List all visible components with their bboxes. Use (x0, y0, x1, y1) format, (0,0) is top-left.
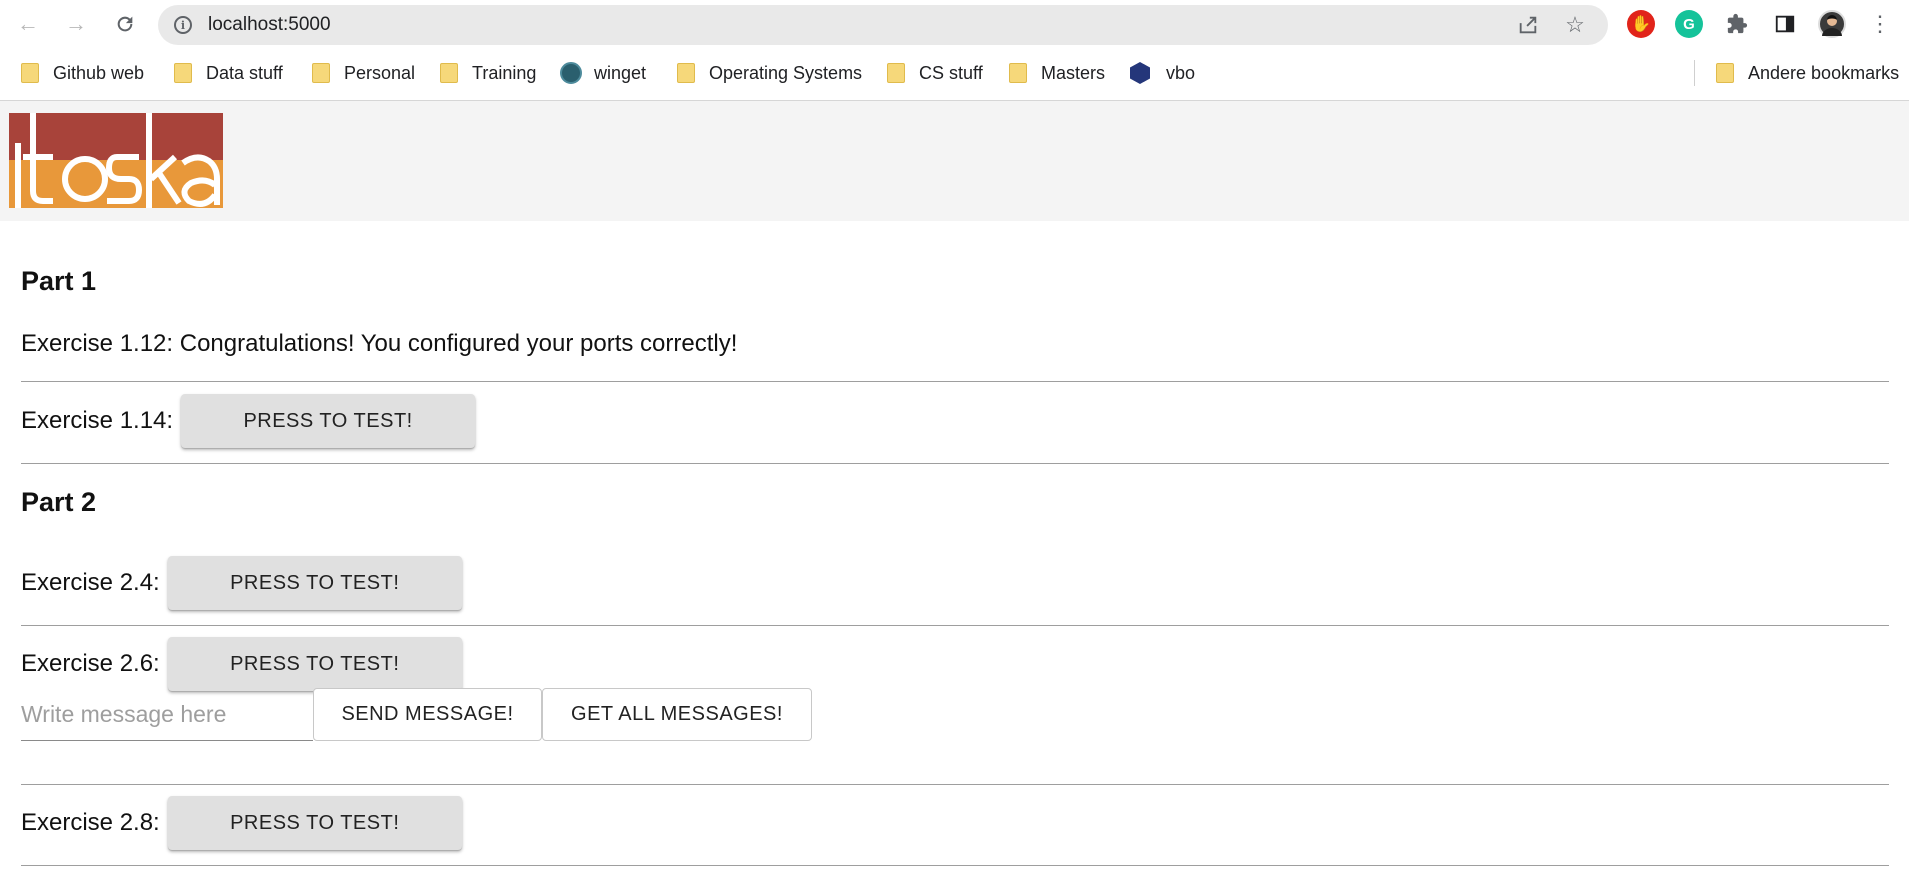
bookmark-operating-systems[interactable]: Operating Systems (677, 61, 862, 85)
message-input[interactable] (21, 688, 313, 741)
bookmark-personal[interactable]: Personal (312, 61, 415, 85)
profile-avatar[interactable] (1818, 10, 1846, 38)
part-1-title: Part 1 (21, 266, 97, 296)
itoska-logo (9, 113, 223, 208)
bookmark-vbo[interactable]: vbo (1130, 61, 1195, 85)
exercise-1-14-test-button[interactable]: PRESS TO TEST! (181, 394, 476, 448)
bookmark-label: Training (472, 62, 537, 83)
exercise-2-4-label: Exercise 2.4: (21, 569, 160, 596)
folder-icon (887, 63, 905, 83)
bookmark-cs-stuff[interactable]: CS stuff (887, 61, 983, 85)
bookmark-label: winget (594, 62, 647, 83)
folder-icon (1716, 63, 1734, 83)
exercise-2-6-test-button[interactable]: PRESS TO TEST! (167, 637, 462, 691)
reload-icon[interactable] (109, 8, 141, 40)
folder-icon (440, 63, 458, 83)
bookmark-label: CS stuff (919, 62, 983, 83)
bookmark-label: Personal (344, 62, 416, 83)
divider (21, 625, 1889, 626)
part-2-title: Part 2 (21, 487, 97, 517)
globe-icon (560, 62, 582, 84)
divider (21, 381, 1889, 382)
exercise-2-8-row: Exercise 2.8: PRESS TO TEST! (21, 796, 462, 850)
bookmark-label: Data stuff (206, 62, 283, 83)
exercise-1-12-row: Exercise 1.12: Congratulations! You conf… (21, 330, 737, 358)
side-panel-icon[interactable] (1771, 10, 1799, 38)
site-info-icon[interactable]: i (174, 16, 192, 34)
folder-icon (1009, 63, 1027, 83)
exercise-2-6-row: Exercise 2.6: PRESS TO TEST! (21, 637, 462, 691)
message-form: SEND MESSAGE! GET ALL MESSAGES! (0, 688, 900, 744)
bookmark-winget[interactable]: winget (560, 61, 646, 85)
exercise-2-4-test-button[interactable]: PRESS TO TEST! (167, 556, 462, 610)
bookmarks-bar: Github web Data stuff Personal Training … (0, 48, 1909, 101)
adblock-icon[interactable]: ✋ (1627, 10, 1655, 38)
divider (21, 865, 1889, 866)
browser-toolbar: ← → i localhost:5000 ☆ ✋ G ⋮ (0, 0, 1909, 48)
share-icon[interactable] (1516, 13, 1540, 37)
bookmark-other-bookmarks[interactable]: Andere bookmarks (1716, 61, 1899, 85)
bookmark-label: Masters (1041, 62, 1106, 83)
bookmarks-separator (1694, 60, 1695, 86)
exercise-1-14-row: Exercise 1.14: PRESS TO TEST! (21, 394, 476, 448)
extensions-puzzle-icon[interactable] (1723, 10, 1751, 38)
folder-icon (174, 63, 192, 83)
grammarly-icon[interactable]: G (1675, 10, 1703, 38)
get-all-messages-button[interactable]: GET ALL MESSAGES! (542, 688, 812, 741)
bookmark-star-icon[interactable]: ☆ (1563, 12, 1587, 37)
hexagon-icon (1130, 62, 1150, 84)
exercise-2-6-label: Exercise 2.6: (21, 650, 160, 677)
divider (21, 784, 1889, 785)
bookmark-masters[interactable]: Masters (1009, 61, 1105, 85)
exercise-2-4-row: Exercise 2.4: PRESS TO TEST! (21, 556, 462, 610)
address-bar[interactable]: i localhost:5000 ☆ (158, 5, 1608, 45)
bookmark-training[interactable]: Training (440, 61, 536, 85)
divider (21, 463, 1889, 464)
send-message-button[interactable]: SEND MESSAGE! (313, 688, 542, 741)
bookmark-label: Operating Systems (709, 62, 863, 83)
bookmark-label: vbo (1166, 62, 1196, 83)
folder-icon (21, 63, 39, 83)
bookmark-github-web[interactable]: Github web (21, 61, 144, 85)
exercise-2-8-test-button[interactable]: PRESS TO TEST! (167, 796, 462, 850)
forward-arrow-icon[interactable]: → (60, 8, 92, 40)
exercise-1-14-label: Exercise 1.14: (21, 407, 174, 434)
page-header (0, 101, 1909, 221)
exercise-1-12-text: Exercise 1.12: Congratulations! You conf… (21, 330, 738, 357)
bookmark-data-stuff[interactable]: Data stuff (174, 61, 283, 85)
back-arrow-icon[interactable]: ← (12, 8, 44, 40)
menu-kebab-icon[interactable]: ⋮ (1866, 10, 1894, 38)
bookmark-label: Andere bookmarks (1748, 62, 1900, 83)
bookmark-label: Github web (53, 62, 145, 83)
exercise-2-8-label: Exercise 2.8: (21, 809, 160, 836)
folder-icon (312, 63, 330, 83)
folder-icon (677, 63, 695, 83)
address-url[interactable]: localhost:5000 (208, 14, 331, 36)
